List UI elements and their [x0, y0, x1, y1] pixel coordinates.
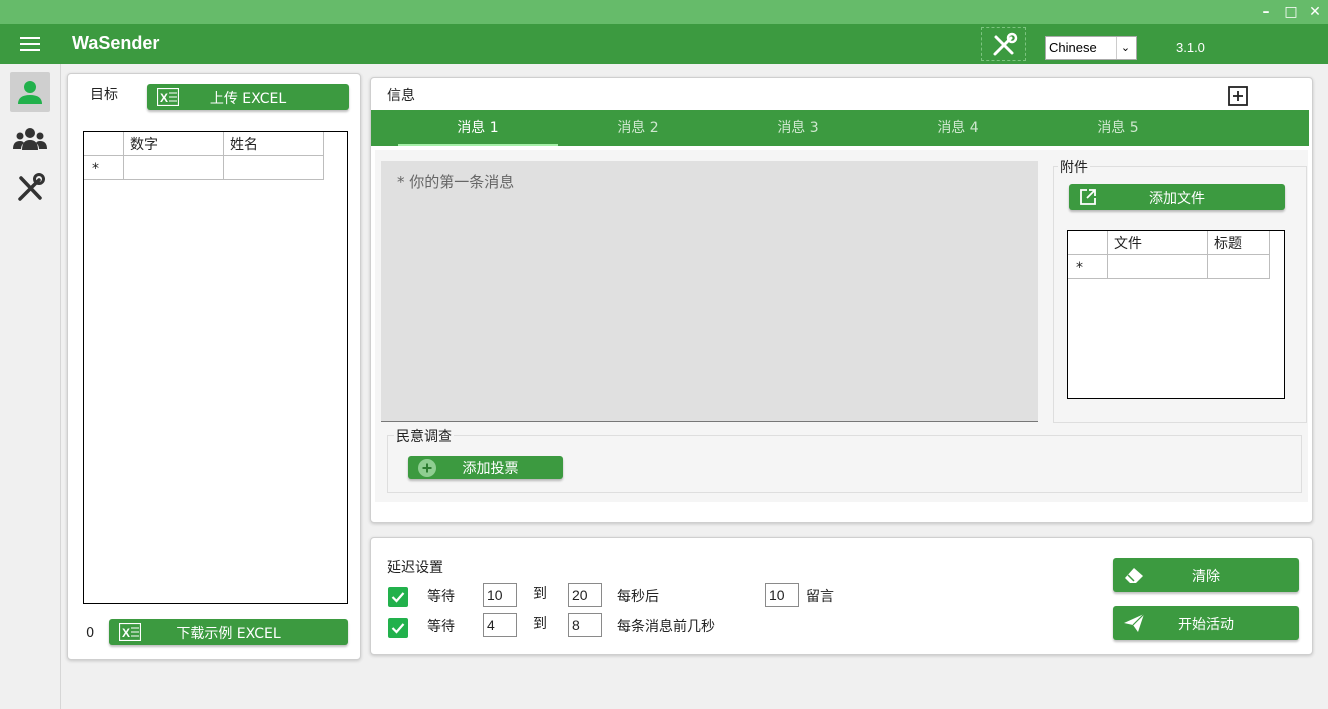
tools-icon — [993, 32, 1018, 56]
maximize-button[interactable]: □ — [1281, 2, 1301, 22]
tab-message-2[interactable]: 消息 2 — [558, 110, 718, 146]
message-title: 信息 — [387, 88, 415, 104]
wait-label-1: 等待 — [427, 589, 455, 605]
add-file-button[interactable]: 添加文件 — [1069, 184, 1285, 210]
tools-icon — [18, 173, 45, 201]
person-icon — [18, 81, 42, 104]
table-row[interactable]: * — [84, 156, 324, 180]
row-header-corner — [84, 132, 124, 156]
language-value: Chinese — [1049, 40, 1097, 55]
message-placeholder: * 你的第一条消息 — [397, 173, 515, 191]
targets-title: 目标 — [90, 87, 118, 103]
targets-count: 0 — [86, 626, 95, 641]
sidebar-item-group[interactable] — [10, 120, 50, 160]
column-header-file: 文件 — [1108, 231, 1208, 255]
sidebar-item-person[interactable] — [10, 72, 50, 112]
tools-button[interactable] — [981, 27, 1026, 61]
row-header-corner — [1068, 231, 1108, 255]
window-titlebar: – □ ✕ — [0, 0, 1328, 24]
wait-to-input-1[interactable]: 20 — [568, 583, 602, 607]
attachments-grid[interactable]: 文件 标题 * — [1067, 230, 1285, 399]
app-bar: WaSender Chinese ⌄ 3.1.0 — [0, 24, 1328, 64]
group-icon — [13, 128, 47, 150]
delay-settings-title: 延迟设置 — [387, 560, 443, 576]
wait-from-input-2[interactable]: 4 — [483, 613, 517, 637]
column-header-name: 姓名 — [224, 132, 324, 156]
wait-label-2: 等待 — [427, 619, 455, 635]
tab-message-5[interactable]: 消息 5 — [1038, 110, 1198, 146]
targets-card: 目标 X 上传 EXCEL 数字 姓名 * 0 X 下载示例 EXCEL — [67, 73, 361, 660]
language-select[interactable]: Chinese ⌄ — [1045, 36, 1137, 60]
poll-title: 民意调查 — [394, 426, 454, 446]
download-sample-excel-label: 下载示例 EXCEL — [176, 626, 281, 642]
start-campaign-label: 开始活动 — [1178, 617, 1234, 633]
wait-to-input-2[interactable]: 8 — [568, 613, 602, 637]
clear-label: 清除 — [1192, 569, 1220, 585]
tab-message-1[interactable]: 消息 1 — [398, 110, 558, 146]
add-poll-button[interactable]: 添加投票 — [408, 456, 563, 479]
new-row-marker: * — [84, 156, 124, 180]
start-campaign-button[interactable]: 开始活动 — [1113, 606, 1299, 640]
download-sample-excel-button[interactable]: X 下载示例 EXCEL — [109, 619, 348, 645]
attachments-title: 附件 — [1058, 157, 1090, 177]
targets-grid[interactable]: 数字 姓名 * — [83, 131, 348, 604]
column-header-caption: 标题 — [1208, 231, 1270, 255]
sidebar-item-tools[interactable] — [10, 168, 50, 208]
clear-button[interactable]: 清除 — [1113, 558, 1299, 592]
message-textarea[interactable]: * 你的第一条消息 — [381, 161, 1038, 422]
upload-excel-label: 上传 EXCEL — [209, 91, 287, 107]
chevron-down-icon: ⌄ — [1116, 37, 1134, 59]
targets-grid-header: 数字 姓名 — [84, 132, 324, 156]
version-label: 3.1.0 — [1176, 40, 1205, 55]
attachments-grid-header: 文件 标题 — [1068, 231, 1270, 255]
app-title: WaSender — [72, 33, 160, 53]
number-cell[interactable] — [124, 156, 224, 180]
check-icon — [391, 592, 405, 603]
to-label-2: 到 — [533, 616, 547, 632]
sidebar — [0, 64, 61, 709]
name-cell[interactable] — [224, 156, 324, 180]
to-label-1: 到 — [533, 586, 547, 602]
delay-before-message-checkbox[interactable] — [388, 618, 408, 638]
caption-cell[interactable] — [1208, 255, 1270, 279]
tab-message-4[interactable]: 消息 4 — [878, 110, 1038, 146]
message-count-input[interactable]: 10 — [765, 583, 799, 607]
file-cell[interactable] — [1108, 255, 1208, 279]
tab-message-3[interactable]: 消息 3 — [718, 110, 878, 146]
messages-label: 留言 — [806, 589, 834, 605]
after-seconds-label: 每秒后 — [617, 589, 659, 605]
delay-per-messages-checkbox[interactable] — [388, 587, 408, 607]
upload-excel-button[interactable]: X 上传 EXCEL — [147, 84, 349, 110]
check-icon — [391, 623, 405, 634]
column-header-number: 数字 — [124, 132, 224, 156]
minimize-button[interactable]: – — [1256, 2, 1276, 22]
new-row-marker: * — [1068, 255, 1108, 279]
message-tabs: 消息 1 消息 2 消息 3 消息 4 消息 5 — [371, 110, 1309, 146]
close-button[interactable]: ✕ — [1305, 2, 1325, 22]
before-each-message-label: 每条消息前几秒 — [617, 619, 715, 635]
add-file-label: 添加文件 — [1149, 191, 1205, 207]
wait-from-input-1[interactable]: 10 — [483, 583, 517, 607]
add-message-icon[interactable] — [1228, 86, 1248, 106]
table-row[interactable]: * — [1068, 255, 1270, 279]
add-poll-label: 添加投票 — [462, 461, 519, 477]
menu-icon[interactable] — [20, 37, 40, 51]
